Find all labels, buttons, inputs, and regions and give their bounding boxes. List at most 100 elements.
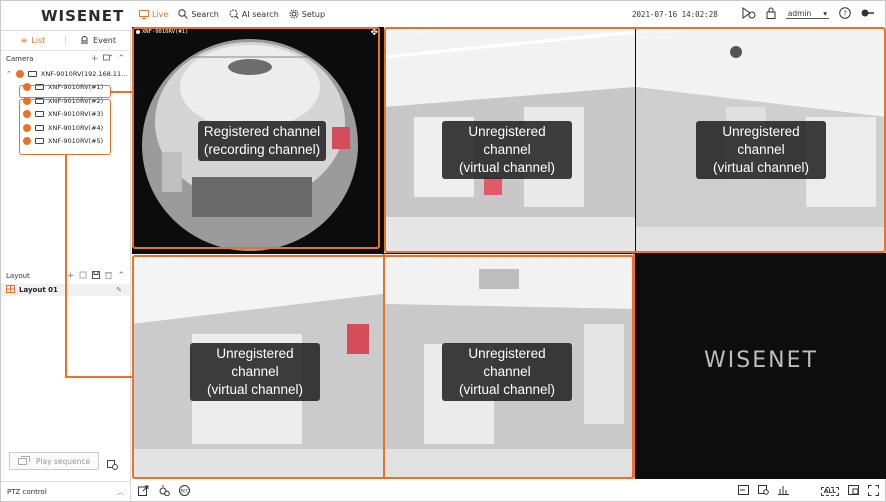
video-tile[interactable]: XNF-9010RV(#3) Unregistered channel (vir… (636, 27, 886, 253)
power-toggle-icon[interactable] (861, 9, 875, 19)
tab-event[interactable]: Event (65, 35, 130, 46)
edit-icon[interactable]: ✎ (116, 286, 122, 294)
copy-icon[interactable] (79, 271, 87, 282)
video-tile[interactable]: XNF-9010RV(#1) ✥ Registered channel (rec… (132, 27, 383, 253)
event-icon (80, 35, 89, 46)
tile-title-text: XNF-9010RV(#2) (388, 29, 435, 35)
label-line-2: (virtual channel) (712, 160, 810, 175)
top-right-area: 2021-07-16 14:02:28 admin ▾ ? (632, 7, 875, 21)
tile-title-text: XNF-9010RV(#5) (388, 256, 435, 262)
empty-tile[interactable]: WISENET (636, 254, 886, 479)
sequence-settings-icon[interactable] (107, 455, 118, 474)
label-line-2: (recording channel) (203, 142, 321, 157)
nav-setup[interactable]: Setup (289, 9, 325, 19)
channel-status-label: Unregistered channel (virtual channel) (442, 121, 572, 179)
all-channels-button[interactable]: ALL (820, 486, 839, 496)
record-icon[interactable]: REC (179, 484, 190, 498)
event-alarm-icon[interactable] (158, 484, 170, 498)
layout-header-label: Layout (6, 272, 30, 280)
search-icon (178, 9, 189, 19)
label-line-2: (virtual channel) (458, 160, 556, 175)
camera-header-icons: + ⌃ (91, 54, 125, 64)
nav-search-label: Search (191, 9, 219, 19)
user-select[interactable]: admin ▾ (785, 9, 829, 19)
list-icon: ≡ (20, 36, 28, 45)
collapse-icon[interactable]: ⌃ (117, 54, 125, 64)
app-window: WISENET Live Search AI search Setup 2021… (0, 0, 886, 502)
nav-live[interactable]: Live (139, 9, 168, 19)
tile-title: XNF-9010RV(#5) (388, 256, 434, 262)
single-view-icon[interactable] (848, 485, 859, 497)
help-icon[interactable]: ? (839, 7, 851, 21)
tab-list-label: List (31, 36, 46, 45)
delete-icon[interactable] (105, 271, 113, 282)
tile-title-text: XNF-9010RV(#1) (142, 29, 189, 35)
sequence-icon (17, 455, 30, 467)
nav-ai-search[interactable]: AI search (229, 9, 279, 19)
label-line-2: (virtual channel) (458, 382, 556, 397)
camera-settings-icon[interactable] (103, 54, 113, 64)
tile-title: XNF-9010RV(#2) (388, 29, 434, 35)
tile-title: XNF-9010RV(#3) (640, 29, 686, 35)
registered-channel-highlight (19, 85, 111, 98)
bottom-left-tools: REC (138, 484, 190, 498)
lock-icon[interactable] (766, 7, 776, 21)
channel-status-label: Unregistered channel (virtual channel) (190, 343, 320, 401)
label-line-1: Unregistered channel (722, 124, 800, 157)
label-line-1: Unregistered channel (216, 346, 294, 379)
statistics-icon[interactable] (777, 485, 789, 497)
channel-status-label: Unregistered channel (virtual channel) (442, 343, 572, 401)
save-icon[interactable] (92, 270, 101, 282)
osd-icon[interactable] (737, 485, 749, 497)
video-tile[interactable]: XNF-9010RV(#2) ✕ Unregistered channel (v… (384, 27, 635, 253)
connector-line (111, 91, 133, 93)
collapse-icon[interactable]: ⌃ (117, 271, 125, 281)
svg-text:REC: REC (180, 488, 188, 493)
label-line-1: Unregistered channel (468, 346, 546, 379)
move-icon[interactable]: ✥ (370, 28, 378, 38)
tile-title: XNF-9010RV(#1) (136, 29, 188, 35)
add-icon[interactable]: + (91, 54, 99, 64)
label-line-1: Unregistered channel (468, 124, 546, 157)
tile-title: XNF-9010RV(#4) (136, 256, 182, 262)
datetime-display: 2021-07-16 14:02:28 (631, 9, 718, 19)
empty-tile-logo: WISENET (704, 348, 818, 373)
tab-event-label: Event (93, 36, 116, 45)
app-logo: WISENET (41, 7, 125, 25)
play-sequence-button[interactable]: Play sequence (9, 452, 99, 470)
device-row[interactable]: ⌃ XNF-9010RV(192.168.11... (1, 67, 130, 81)
video-grid: XNF-9010RV(#1) ✥ Registered channel (rec… (132, 27, 886, 479)
ptz-control-bar[interactable]: PTZ control ︿ (1, 481, 130, 501)
bottom-toolbar: REC ALL (132, 481, 885, 501)
ai-search-icon (229, 9, 239, 19)
camera-section-header: Camera + ⌃ (1, 51, 130, 67)
label-line-2: (virtual channel) (206, 382, 304, 397)
main-nav: Live Search AI search Setup (139, 9, 325, 19)
device-label: XNF-9010RV(192.168.11... (40, 69, 128, 78)
user-name: admin (787, 9, 812, 18)
layout-header-icons: + ⌃ (67, 270, 125, 282)
nav-search[interactable]: Search (178, 9, 219, 19)
camera-header-label: Camera (6, 55, 34, 63)
tile-title-text: XNF-9010RV(#3) (640, 29, 687, 35)
notification-icon[interactable] (742, 7, 756, 21)
expand-icon[interactable]: ︿ (117, 487, 124, 497)
gear-icon (289, 9, 299, 19)
monitor-icon (139, 9, 149, 19)
connector-line (65, 376, 133, 378)
nav-setup-label: Setup (301, 9, 326, 19)
tile-title-text: XNF-9010RV(#4) (136, 256, 183, 262)
video-tile[interactable]: XNF-9010RV(#5) Unregistered channel (vir… (384, 254, 635, 479)
channel-status-label: Unregistered channel (virtual channel) (696, 121, 826, 179)
expand-arrow-icon[interactable]: ⌃ (6, 70, 12, 78)
layout-item-name: Layout 01 (6, 285, 58, 295)
layout-item-label: Layout 01 (19, 286, 58, 294)
add-layout-icon[interactable]: + (67, 271, 75, 281)
fullscreen-icon[interactable] (868, 484, 879, 498)
layout-settings-icon[interactable] (757, 485, 769, 497)
close-icon[interactable]: ✕ (622, 28, 630, 38)
export-icon[interactable] (138, 485, 149, 498)
tab-list[interactable]: ≡ List (1, 36, 65, 45)
video-tile[interactable]: XNF-9010RV(#4) Unregistered channel (vir… (132, 254, 383, 479)
sidebar-tabs: ≡ List Event (1, 31, 130, 51)
